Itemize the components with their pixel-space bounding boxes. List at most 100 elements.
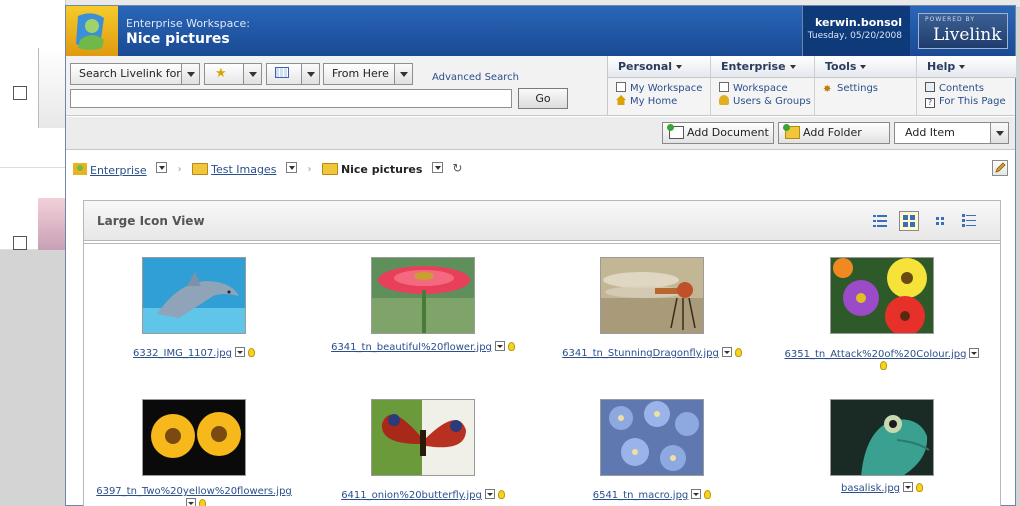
- breadcrumb-item-test-images[interactable]: Test Images: [192, 162, 276, 176]
- thumbnail-dolphin[interactable]: [142, 257, 246, 334]
- menu-help: Help Contents ? For This Page: [917, 56, 1016, 116]
- item-name-link[interactable]: 6411_onion%20butterfly.jpg: [341, 490, 482, 501]
- book-icon: [925, 82, 935, 92]
- thumbnail-butterfly[interactable]: [371, 399, 475, 476]
- background-row-checkbox[interactable]: [13, 86, 27, 100]
- favorites-dropdown[interactable]: ★: [204, 63, 262, 85]
- lightbulb-icon[interactable]: [507, 342, 515, 351]
- small-icon-view-icon[interactable]: [930, 211, 950, 231]
- home-icon: [616, 95, 626, 105]
- thumbnail-dragonfly[interactable]: [600, 257, 704, 334]
- list-view-icon[interactable]: [959, 211, 979, 231]
- calendar-dropdown[interactable]: [266, 63, 320, 85]
- add-document-icon: [667, 124, 684, 139]
- item-caption: 6341_tn_beautiful%20flower.jpg: [313, 341, 533, 354]
- item-menu-icon[interactable]: [484, 489, 495, 499]
- search-location-label: From Here: [332, 67, 389, 80]
- gear-icon: ✸: [823, 84, 832, 95]
- menu-enterprise-header[interactable]: Enterprise: [711, 56, 814, 78]
- item-name-link[interactable]: 6341_tn_StunningDragonfly.jpg: [562, 348, 719, 359]
- panel-divider: [84, 243, 1000, 244]
- item-menu-icon[interactable]: [234, 347, 245, 357]
- menu-tools: Tools ✸ Settings: [815, 56, 917, 116]
- lightbulb-icon[interactable]: [734, 348, 742, 357]
- lightbulb-icon[interactable]: [497, 490, 505, 499]
- breadcrumb-separator-icon: ›: [307, 164, 312, 175]
- search-go-button[interactable]: Go: [518, 88, 568, 109]
- background-row-checkbox[interactable]: [13, 236, 27, 250]
- chevron-down-icon[interactable]: [394, 64, 412, 84]
- lightbulb-icon[interactable]: [916, 483, 924, 492]
- thumbnail-pink-flower[interactable]: [371, 257, 475, 334]
- menu-item-my-workspace[interactable]: My Workspace: [616, 82, 710, 95]
- search-scope-dropdown[interactable]: Search Livelink for: [70, 63, 200, 85]
- chevron-down-icon[interactable]: [301, 64, 319, 84]
- item-name-link[interactable]: 6397_tn_Two%20yellow%20flowers.jpg: [96, 486, 292, 497]
- item-name-link[interactable]: 6541_tn_macro.jpg: [593, 490, 689, 501]
- item-caption: 6397_tn_Two%20yellow%20flowers.jpg: [84, 486, 304, 506]
- search-input[interactable]: [70, 89, 512, 108]
- add-folder-button[interactable]: Add Folder: [778, 122, 890, 144]
- grid-item: 6351_tn_Attack%20of%20Colour.jpg: [772, 257, 992, 373]
- background-row: [0, 170, 66, 250]
- breadcrumb-menu-icon[interactable]: [156, 162, 168, 173]
- breadcrumb-menu-icon[interactable]: [431, 162, 443, 173]
- item-name-link[interactable]: basalisk.jpg: [841, 483, 900, 494]
- lightbulb-icon[interactable]: [247, 348, 255, 357]
- advanced-search-link[interactable]: Advanced Search: [432, 72, 519, 83]
- thumbnail-colorful-flowers[interactable]: [830, 257, 934, 334]
- item-menu-icon[interactable]: [494, 341, 505, 351]
- breadcrumb: Enterprise › Test Images › Nice pictures…: [72, 161, 462, 181]
- item-name-link[interactable]: 6351_tn_Attack%20of%20Colour.jpg: [785, 349, 967, 360]
- menu-item-workspace[interactable]: Workspace: [719, 82, 814, 95]
- menu-tools-header[interactable]: Tools: [815, 56, 916, 78]
- chevron-down-icon: [860, 65, 867, 69]
- item-menu-icon[interactable]: [691, 489, 702, 499]
- item-menu-icon[interactable]: [969, 348, 980, 358]
- item-name-link[interactable]: 6332_IMG_1107.jpg: [133, 348, 232, 359]
- menu-personal-header[interactable]: Personal: [608, 56, 710, 78]
- title-bar: Enterprise Workspace: Nice pictures kerw…: [66, 6, 1015, 56]
- brand-powered-by: POWERED BY: [925, 16, 976, 23]
- thumbnail-yellow-flowers[interactable]: [142, 399, 246, 476]
- menu-item-settings[interactable]: ✸ Settings: [823, 82, 916, 95]
- detail-view-icon[interactable]: [870, 211, 890, 231]
- workspace-icon: [719, 82, 729, 92]
- item-name-link[interactable]: 6341_tn_beautiful%20flower.jpg: [331, 342, 492, 353]
- thumbnail-lizard[interactable]: [830, 399, 934, 476]
- add-folder-icon: [783, 124, 800, 139]
- item-menu-icon[interactable]: [903, 482, 914, 492]
- refresh-icon[interactable]: ↻: [452, 161, 462, 175]
- panel-header: Large Icon View: [84, 201, 1000, 241]
- grid-item: 6411_onion%20butterfly.jpg: [313, 399, 533, 502]
- lightbulb-icon[interactable]: [880, 361, 887, 370]
- enterprise-logo-icon: [66, 6, 118, 56]
- menu-item-users-groups[interactable]: Users & Groups: [719, 95, 814, 108]
- item-menu-icon[interactable]: [185, 498, 196, 506]
- breadcrumb-menu-icon[interactable]: [285, 162, 297, 173]
- menu-help-header[interactable]: Help: [917, 56, 1016, 78]
- breadcrumb-current: Nice pictures: [321, 162, 422, 176]
- chevron-down-icon: [676, 65, 683, 69]
- menu-item-my-home[interactable]: My Home: [616, 95, 710, 108]
- username: kerwin.bonsol: [815, 16, 902, 29]
- item-menu-icon[interactable]: [721, 347, 732, 357]
- search-location-dropdown[interactable]: From Here: [323, 63, 413, 85]
- breadcrumb-item-enterprise[interactable]: Enterprise: [72, 161, 147, 177]
- large-icon-view-icon[interactable]: [899, 211, 919, 231]
- lightbulb-icon[interactable]: [704, 490, 712, 499]
- chevron-down-icon[interactable]: [243, 64, 261, 84]
- add-item-dropdown[interactable]: Add Item: [894, 122, 1009, 144]
- chevron-down-icon[interactable]: [181, 64, 199, 84]
- lightbulb-icon[interactable]: [198, 499, 206, 506]
- item-caption: 6351_tn_Attack%20of%20Colour.jpg: [772, 348, 992, 373]
- add-document-button[interactable]: Add Document: [662, 122, 774, 144]
- help-icon: ?: [925, 98, 935, 108]
- folder-icon: [192, 162, 209, 175]
- grid-item: 6341_tn_beautiful%20flower.jpg: [313, 257, 533, 354]
- menu-item-for-this-page[interactable]: ? For This Page: [925, 95, 1016, 108]
- edit-pencil-icon[interactable]: [992, 160, 1008, 176]
- thumbnail-blue-flowers[interactable]: [600, 399, 704, 476]
- chevron-down-icon[interactable]: [990, 123, 1008, 143]
- menu-item-contents[interactable]: Contents: [925, 82, 1016, 95]
